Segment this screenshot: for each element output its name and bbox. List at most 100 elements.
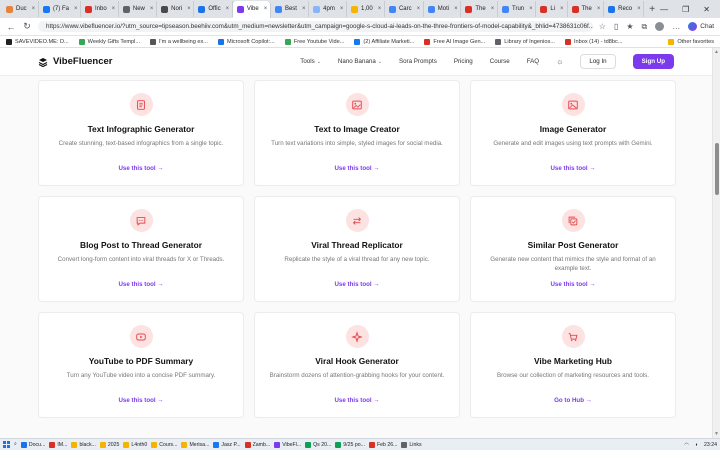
browser-tab[interactable]: Vibe × — [232, 0, 271, 18]
browser-tab[interactable]: New × — [119, 1, 158, 17]
browser-tab[interactable]: The × — [568, 1, 605, 17]
close-window-icon[interactable]: ✕ — [703, 5, 710, 14]
taskbar-app[interactable]: Jasz P... — [213, 441, 241, 448]
tab-close-icon[interactable]: × — [226, 6, 230, 12]
other-favorites[interactable]: Other favorites — [668, 38, 714, 45]
browser-tab[interactable]: Carc × — [385, 1, 424, 17]
browser-tab[interactable]: Duc × — [2, 1, 39, 17]
browser-tab[interactable]: Moti × — [424, 1, 462, 17]
nav-item-nano-banana[interactable]: Nano Banana ⌄ — [338, 58, 382, 65]
login-button[interactable]: Log In — [580, 54, 616, 69]
nav-item-sora-prompts[interactable]: Sora Prompts — [399, 58, 437, 65]
tab-close-icon[interactable]: × — [150, 6, 154, 12]
tab-close-icon[interactable]: × — [560, 6, 564, 12]
signup-button[interactable]: Sign Up — [632, 54, 674, 69]
tab-close-icon[interactable]: × — [454, 6, 458, 12]
browser-tab[interactable]: The × — [461, 1, 498, 17]
use-tool-link[interactable]: Go to Hub → — [554, 397, 592, 404]
start-icon[interactable] — [3, 441, 10, 448]
volume-icon[interactable]: ◖ — [695, 442, 698, 448]
new-tab-button[interactable]: + — [644, 4, 660, 15]
tab-close-icon[interactable]: × — [112, 6, 116, 12]
search-icon[interactable]: ⌕ — [14, 441, 17, 448]
minimize-icon[interactable]: — — [660, 5, 668, 14]
taskbar-app[interactable]: Links — [401, 441, 422, 448]
chat-button[interactable]: Chat — [688, 22, 714, 31]
tab-close-icon[interactable]: × — [637, 6, 641, 12]
favorite-star-icon[interactable]: ☆ — [599, 22, 606, 31]
back-icon[interactable]: ← — [6, 22, 16, 32]
browser-tab[interactable]: Best × — [271, 1, 310, 17]
bookmark-item[interactable]: Library of Ingenios... — [495, 38, 555, 45]
nav-item-course[interactable]: Course — [490, 58, 510, 65]
bookmark-item[interactable]: Free Youtube Vide... — [284, 38, 344, 45]
taskbar-app[interactable]: Qs 20... — [305, 441, 331, 448]
theme-toggle-icon[interactable]: ☼ — [556, 57, 563, 66]
use-tool-link[interactable]: Use this tool → — [334, 397, 379, 404]
collections-icon[interactable]: ⧉ — [642, 22, 648, 32]
browser-tab[interactable]: Inbo × — [81, 1, 119, 17]
taskbar-app[interactable]: IM... — [49, 441, 67, 448]
tab-close-icon[interactable]: × — [302, 6, 306, 12]
scroll-down-icon[interactable]: ▼ — [714, 431, 719, 437]
bookmark-item[interactable]: Microsoft Copilot:... — [217, 38, 275, 45]
tab-close-icon[interactable]: × — [529, 6, 533, 12]
profile-avatar[interactable] — [655, 22, 665, 31]
wifi-icon[interactable]: ◠ — [684, 442, 689, 448]
nav-item-faq[interactable]: FAQ — [527, 58, 539, 65]
tab-close-icon[interactable]: × — [187, 6, 191, 12]
taskbar-app[interactable]: L4nth0 — [123, 441, 147, 448]
use-tool-link[interactable]: Use this tool → — [118, 165, 163, 172]
scrollbar-thumb[interactable] — [714, 143, 719, 195]
brand-logo[interactable]: VibeFluencer — [38, 56, 113, 67]
taskbar-app[interactable]: Feb 26... — [368, 441, 397, 448]
taskbar-app[interactable]: Cours... — [151, 441, 177, 448]
clock-time[interactable]: 23:24 — [704, 442, 717, 448]
bookmark-item[interactable]: (2) Affiliate Marketi... — [354, 38, 414, 45]
tab-close-icon[interactable]: × — [340, 6, 344, 12]
taskbar-app[interactable]: Zamb... — [244, 441, 270, 448]
split-screen-icon[interactable]: ▯ — [614, 22, 618, 31]
taskbar-app[interactable]: black... — [71, 441, 96, 448]
browser-tab[interactable]: Li × — [536, 1, 568, 17]
browser-tab[interactable]: Offic × — [194, 1, 233, 17]
browser-tab[interactable]: 1,00 × — [347, 1, 385, 17]
bookmark-item[interactable]: Weekly Gifts Templ... — [78, 38, 140, 45]
tab-close-icon[interactable]: × — [417, 6, 421, 12]
use-tool-link[interactable]: Use this tool → — [118, 281, 163, 288]
bookmark-item[interactable]: I'm a wellbeing ex... — [150, 38, 208, 45]
nav-item-pricing[interactable]: Pricing — [454, 58, 473, 65]
tab-close-icon[interactable]: × — [491, 6, 495, 12]
taskbar-app[interactable]: 2025 — [99, 441, 119, 448]
use-tool-link[interactable]: Use this tool → — [550, 281, 595, 288]
tab-close-icon[interactable]: × — [597, 6, 601, 12]
browser-tab[interactable]: 4pm × — [309, 1, 348, 17]
browser-tab[interactable]: (7) Fa × — [39, 1, 81, 17]
taskbar-app[interactable]: Docu... — [20, 441, 45, 448]
use-tool-link[interactable]: Use this tool → — [334, 165, 379, 172]
use-tool-link[interactable]: Use this tool → — [550, 165, 595, 172]
taskbar-app[interactable]: 9/25 po... — [335, 441, 365, 448]
bookmark-item[interactable]: SAVEVIDEO.ME: D... — [6, 38, 69, 45]
tab-close-icon[interactable]: × — [74, 6, 78, 12]
bookmark-item[interactable]: Inbox (14) - td8bc... — [564, 38, 622, 45]
nav-item-tools[interactable]: Tools ⌄ — [300, 58, 321, 65]
use-tool-link[interactable]: Use this tool → — [118, 397, 163, 404]
use-tool-link[interactable]: Use this tool → — [334, 281, 379, 288]
tab-close-icon[interactable]: × — [264, 6, 268, 12]
maximize-icon[interactable]: ❐ — [682, 5, 689, 14]
page-scrollbar[interactable]: ▲ ▼ — [712, 48, 720, 438]
tab-close-icon[interactable]: × — [32, 6, 36, 12]
browser-tab[interactable]: Reco × — [604, 1, 645, 17]
browser-tab[interactable]: Nori × — [157, 1, 195, 17]
browser-tab[interactable]: Trun × — [498, 1, 537, 17]
more-icon[interactable]: … — [672, 22, 680, 31]
taskbar-app[interactable]: Merisa... — [181, 441, 209, 448]
favorites-icon[interactable]: ★ — [626, 22, 633, 31]
refresh-icon[interactable]: ↻ — [22, 21, 32, 32]
taskbar-app[interactable]: VibeFl... — [274, 441, 301, 448]
bookmark-item[interactable]: Free AI Image Gen... — [424, 38, 485, 45]
scroll-up-icon[interactable]: ▲ — [714, 49, 719, 55]
url-field[interactable]: https://www.vibefluencer.io/?utm_source=… — [38, 21, 593, 32]
tab-close-icon[interactable]: × — [378, 6, 382, 12]
